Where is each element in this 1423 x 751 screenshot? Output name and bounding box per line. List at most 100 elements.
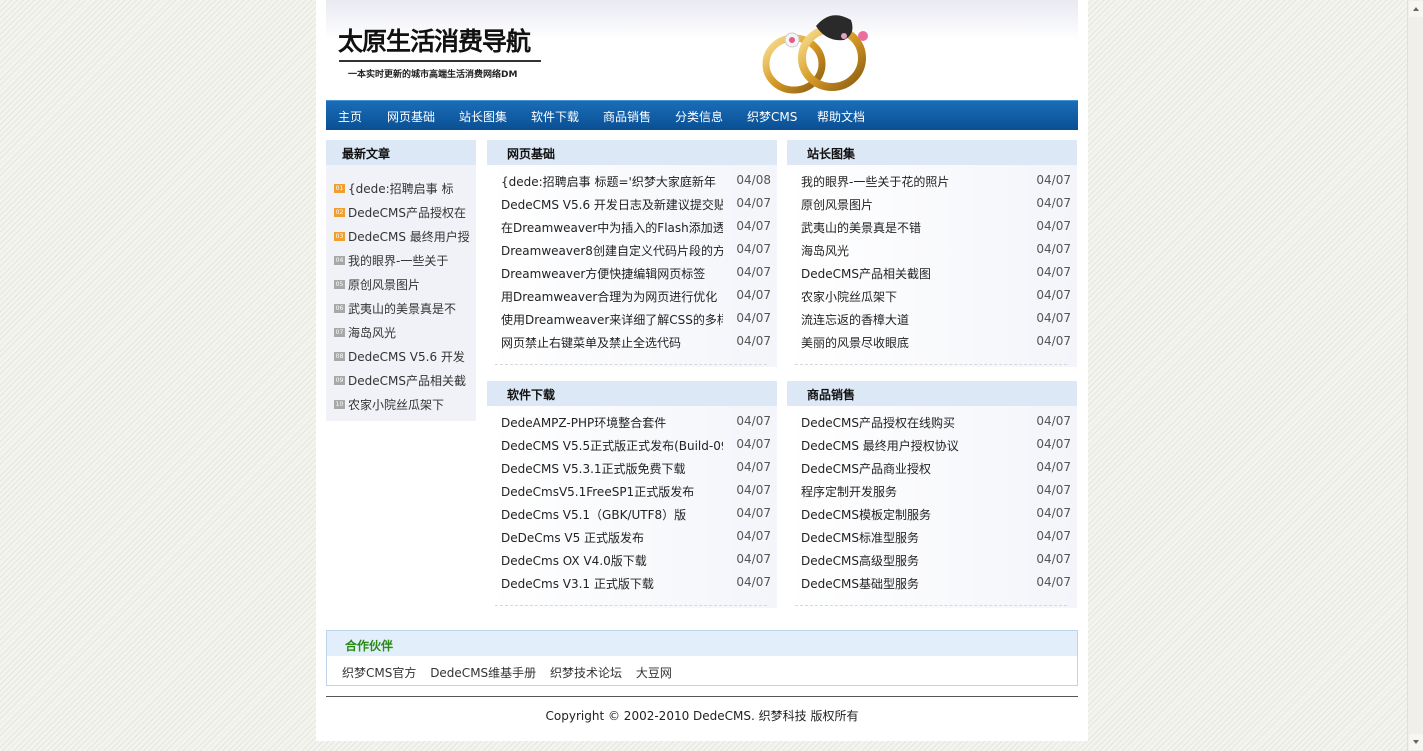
panel-title[interactable]: 网页基础 [487,140,777,165]
article-link[interactable]: DedeCMS 最终用户授权协议 [801,437,1023,454]
list-item[interactable]: DedeCMS产品相关截图 04/07 [801,265,1071,288]
list-item[interactable]: 03 DedeCMS 最终用户授 [334,228,470,252]
list-item[interactable]: DedeCMS V5.6 开发日志及新建议提交贴 04/07 [501,196,771,219]
list-item[interactable]: DedeCmsV5.1FreeSP1正式版发布 04/07 [501,483,771,506]
list-item[interactable]: 07 海岛风光 [334,324,470,348]
article-link[interactable]: Dreamweaver8创建自定义代码片段的方 [501,242,723,259]
article-link[interactable]: 海岛风光 [801,242,1023,259]
list-item[interactable]: 04 我的眼界-一些关于 [334,252,470,276]
article-link[interactable]: 网页禁止右键菜单及禁止全选代码 [501,334,723,351]
panel-title[interactable]: 站长图集 [787,140,1077,165]
article-link[interactable]: DedeCMS基础型服务 [801,575,1023,592]
vertical-scrollbar[interactable] [1407,0,1423,751]
article-link[interactable]: DedeCMS产品授权在 [348,206,466,220]
article-link[interactable]: 我的眼界-一些关于 [348,254,448,268]
article-link[interactable]: 农家小院丝瓜架下 [801,288,1023,305]
article-link[interactable]: DedeCMS高级型服务 [801,552,1023,569]
list-item[interactable]: 02 DedeCMS产品授权在 [334,204,470,228]
list-item[interactable]: 程序定制开发服务 04/07 [801,483,1071,506]
article-link[interactable]: 海岛风光 [348,326,396,340]
partner-link[interactable]: DedeCMS维基手册 [430,666,536,680]
list-item[interactable]: 网页禁止右键菜单及禁止全选代码 04/07 [501,334,771,357]
nav-help[interactable]: 帮助文档 [817,108,865,125]
partner-link[interactable]: 大豆网 [636,666,672,680]
nav-web-basics[interactable]: 网页基础 [387,108,435,125]
list-item[interactable]: DedeCms V3.1 正式版下载 04/07 [501,575,771,598]
list-item[interactable]: 05 原创风景图片 [334,276,470,300]
list-item[interactable]: {dede:招聘启事 标题='织梦大家庭新年 04/08 [501,173,771,196]
list-item[interactable]: 美丽的风景尽收眼底 04/07 [801,334,1071,357]
article-link[interactable]: DedeCMS产品相关截图 [801,265,1023,282]
article-link[interactable]: Dreamweaver方便快捷编辑网页标签 [501,265,723,282]
list-item[interactable]: 农家小院丝瓜架下 04/07 [801,288,1071,311]
list-item[interactable]: DedeCMS V5.5正式版正式发布(Build-09 04/07 [501,437,771,460]
article-link[interactable]: DedeCMS V5.6 开发日志及新建议提交贴 [501,196,723,213]
list-item[interactable]: 流连忘返的香樟大道 04/07 [801,311,1071,334]
list-item[interactable]: 在Dreamweaver中为插入的Flash添加透 04/07 [501,219,771,242]
list-item[interactable]: 06 武夷山的美景真是不 [334,300,470,324]
list-item[interactable]: 我的眼界-一些关于花的照片 04/07 [801,173,1071,196]
article-link[interactable]: 使用Dreamweaver来详细了解CSS的多样 [501,311,723,328]
partner-link[interactable]: 织梦技术论坛 [550,666,622,680]
list-item[interactable]: 09 DedeCMS产品相关截 [334,372,470,396]
article-link[interactable]: 农家小院丝瓜架下 [348,398,444,412]
article-link[interactable]: 美丽的风景尽收眼底 [801,334,1023,351]
list-item[interactable]: 原创风景图片 04/07 [801,196,1071,219]
article-link[interactable]: DedeAMPZ-PHP环境整合套件 [501,414,723,431]
article-link[interactable]: DedeCMS V5.5正式版正式发布(Build-09 [501,437,723,454]
partner-link[interactable]: 织梦CMS官方 [342,666,416,680]
article-link[interactable]: DedeCMS产品相关截 [348,374,466,388]
list-item[interactable]: DedeCMS基础型服务 04/07 [801,575,1071,598]
list-item[interactable]: DedeCms V5.1（GBK/UTF8）版 04/07 [501,506,771,529]
list-item[interactable]: 武夷山的美景真是不错 04/07 [801,219,1071,242]
scroll-up-arrow-icon[interactable] [1409,1,1423,17]
nav-dedecms[interactable]: 织梦CMS [747,108,797,125]
article-link[interactable]: DedeCMS V5.3.1正式版免费下载 [501,460,723,477]
article-link[interactable]: {dede:招聘启事 标题='织梦大家庭新年 [501,173,723,190]
list-item[interactable]: DedeCMS 最终用户授权协议 04/07 [801,437,1071,460]
article-link[interactable]: DedeCMS V5.6 开发 [348,350,465,364]
nav-sales[interactable]: 商品销售 [603,108,651,125]
list-item[interactable]: DedeCMS产品授权在线购买 04/07 [801,414,1071,437]
list-item[interactable]: DedeCms OX V4.0版下载 04/07 [501,552,771,575]
list-item[interactable]: Dreamweaver8创建自定义代码片段的方 04/07 [501,242,771,265]
panel-title[interactable]: 软件下载 [487,381,777,406]
article-link[interactable]: 原创风景图片 [348,278,420,292]
list-item[interactable]: DedeCMS高级型服务 04/07 [801,552,1071,575]
list-item[interactable]: 10 农家小院丝瓜架下 [334,396,470,420]
nav-classifieds[interactable]: 分类信息 [675,108,723,125]
scroll-down-arrow-icon[interactable] [1409,734,1423,750]
article-link[interactable]: 武夷山的美景真是不错 [801,219,1023,236]
list-item[interactable]: DedeCMS产品商业授权 04/07 [801,460,1071,483]
article-link[interactable]: 流连忘返的香樟大道 [801,311,1023,328]
list-item[interactable]: 01 {dede:招聘启事 标 [334,180,470,204]
list-item[interactable]: Dreamweaver方便快捷编辑网页标签 04/07 [501,265,771,288]
article-link[interactable]: 在Dreamweaver中为插入的Flash添加透 [501,219,723,236]
list-item[interactable]: 使用Dreamweaver来详细了解CSS的多样 04/07 [501,311,771,334]
list-item[interactable]: DedeCMS标准型服务 04/07 [801,529,1071,552]
article-link[interactable]: 武夷山的美景真是不 [348,302,456,316]
nav-home[interactable]: 主页 [338,108,362,125]
article-link[interactable]: DedeCMS标准型服务 [801,529,1023,546]
list-item[interactable]: DedeCMS模板定制服务 04/07 [801,506,1071,529]
nav-gallery[interactable]: 站长图集 [459,108,507,125]
list-item[interactable]: DedeCMS V5.3.1正式版免费下载 04/07 [501,460,771,483]
article-link[interactable]: DedeCms V3.1 正式版下载 [501,575,723,592]
article-link[interactable]: DedeCMS产品授权在线购买 [801,414,1023,431]
panel-title[interactable]: 商品销售 [787,381,1077,406]
article-link[interactable]: DeDeCms V5 正式版发布 [501,529,723,546]
article-link[interactable]: DedeCms V5.1（GBK/UTF8）版 [501,506,723,523]
article-link[interactable]: DedeCMS 最终用户授 [348,230,470,244]
article-link[interactable]: DedeCMS产品商业授权 [801,460,1023,477]
list-item[interactable]: DeDeCms V5 正式版发布 04/07 [501,529,771,552]
list-item[interactable]: 08 DedeCMS V5.6 开发 [334,348,470,372]
article-link[interactable]: 我的眼界-一些关于花的照片 [801,173,1023,190]
list-item[interactable]: 海岛风光 04/07 [801,242,1071,265]
list-item[interactable]: 用Dreamweaver合理为为网页进行优化 04/07 [501,288,771,311]
nav-downloads[interactable]: 软件下载 [531,108,579,125]
site-title[interactable]: 太原生活消费导航 [338,22,531,58]
article-link[interactable]: DedeCmsV5.1FreeSP1正式版发布 [501,483,723,500]
article-link[interactable]: 用Dreamweaver合理为为网页进行优化 [501,288,723,305]
article-link[interactable]: 原创风景图片 [801,196,1023,213]
article-link[interactable]: DedeCms OX V4.0版下载 [501,552,723,569]
